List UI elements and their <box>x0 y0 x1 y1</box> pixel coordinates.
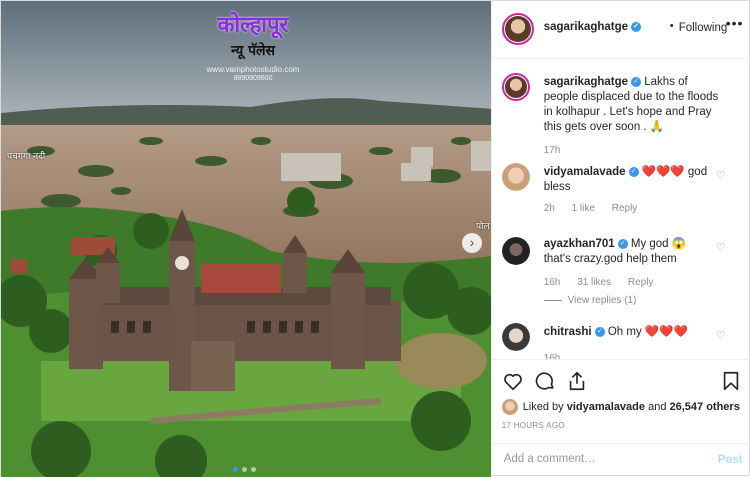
comment-body: Oh my <box>607 326 642 338</box>
post-comment-button[interactable]: Post <box>718 454 743 466</box>
verified-badge-icon: ✓ <box>594 326 605 337</box>
verified-badge-icon: ✓ <box>631 76 642 87</box>
more-options-icon[interactable]: ••• <box>726 15 744 31</box>
caption-age: 17h <box>543 145 561 156</box>
avatar[interactable] <box>501 73 530 101</box>
comment-age: 2h <box>543 203 555 214</box>
like-comment-icon[interactable]: ♡ <box>716 241 726 254</box>
comment-meta: 16h 31 likes Reply <box>544 277 668 288</box>
avatar[interactable] <box>501 13 534 45</box>
add-comment-input[interactable] <box>503 453 704 465</box>
likes-prefix: Liked by <box>522 401 564 413</box>
comment-meta: 2h 1 like Reply <box>544 203 652 214</box>
reply-button[interactable]: Reply <box>628 277 654 288</box>
comment-age: 16h <box>543 277 561 288</box>
comment-username[interactable]: ayazkhan701 <box>544 238 615 250</box>
likes-others[interactable]: 26,547 others <box>670 401 740 413</box>
reply-button[interactable]: Reply <box>612 203 638 214</box>
avatar[interactable] <box>501 237 530 265</box>
place-label-left: पंचगंगा नदी <box>7 152 46 162</box>
comment-username[interactable]: chitrashi <box>544 326 592 338</box>
caption-username[interactable]: sagarikaghatge <box>544 76 628 88</box>
comment-text: ayazkhan701 ✓ My god 😱 that's crazy.god h… <box>544 237 714 267</box>
add-comment-bar: Post <box>491 443 750 477</box>
caption-text: sagarikaghatge ✓ Lakhs of people displace… <box>544 75 719 135</box>
likes-user[interactable]: vidyamalavade <box>567 401 645 413</box>
share-icon[interactable] <box>566 370 588 392</box>
comments-section[interactable]: sagarikaghatge ✓ Lakhs of people displace… <box>492 59 750 359</box>
like-comment-icon[interactable]: ♡ <box>716 169 726 182</box>
header-separator: • <box>669 20 674 32</box>
heart-emoji-icon: ❤️❤️❤️ <box>641 166 685 178</box>
carousel-dot <box>251 467 256 472</box>
comment-username[interactable]: vidyamalavade <box>544 166 626 178</box>
carousel-indicator <box>233 467 256 472</box>
instagram-post: कोल्हापूर न्यू पॅलेस www.vamphotostudio.… <box>0 0 750 477</box>
header-username[interactable]: sagarikaghatge ✓ <box>544 21 642 33</box>
overlay-subtitle: न्यू पॅलेस <box>230 43 276 59</box>
heart-emoji-icon: ❤️❤️❤️ <box>644 326 688 338</box>
action-bar <box>491 359 750 399</box>
following-button[interactable]: Following <box>679 22 728 34</box>
caption-meta: 17h <box>544 145 575 156</box>
heart-icon[interactable] <box>502 370 524 392</box>
bookmark-icon[interactable] <box>720 370 742 392</box>
post-side-panel: sagarikaghatge ✓ • Following ••• sagarika… <box>490 1 750 477</box>
comment-icon[interactable] <box>534 370 556 392</box>
avatar[interactable] <box>501 323 530 351</box>
verified-badge-icon: ✓ <box>631 21 642 32</box>
likes-summary: Liked by vidyamalavade and 26,547 others <box>501 399 740 415</box>
watermark-phone: 9890909600 <box>233 75 273 82</box>
post-photo[interactable]: कोल्हापूर न्यू पॅलेस www.vamphotostudio.… <box>1 1 491 477</box>
chevron-right-icon[interactable]: › <box>462 233 482 253</box>
watermark-url: www.vamphotostudio.com <box>206 65 300 74</box>
carousel-dot <box>242 467 247 472</box>
comment-text: vidyamalavade ✓ ❤️❤️❤️ god bless <box>544 165 714 195</box>
comment-likes[interactable]: 1 like <box>572 203 595 214</box>
place-label-right: पोल <box>476 222 490 232</box>
overlay-title: कोल्हापूर <box>217 13 289 38</box>
view-replies-button[interactable]: View replies (1) <box>544 295 637 306</box>
avatar[interactable] <box>501 399 518 415</box>
carousel-dot <box>233 467 238 472</box>
avatar[interactable] <box>501 163 530 191</box>
post-timestamp[interactable]: 17 HOURS AGO <box>502 421 565 430</box>
likes-middle: and <box>648 401 667 413</box>
comment-text: chitrashi ✓ Oh my ❤️❤️❤️ <box>544 325 714 340</box>
like-comment-icon[interactable]: ♡ <box>716 329 726 342</box>
comment-likes[interactable]: 31 likes <box>577 277 611 288</box>
verified-badge-icon: ✓ <box>617 238 628 249</box>
post-header: sagarikaghatge ✓ • Following ••• <box>491 1 750 59</box>
verified-badge-icon: ✓ <box>628 166 639 177</box>
